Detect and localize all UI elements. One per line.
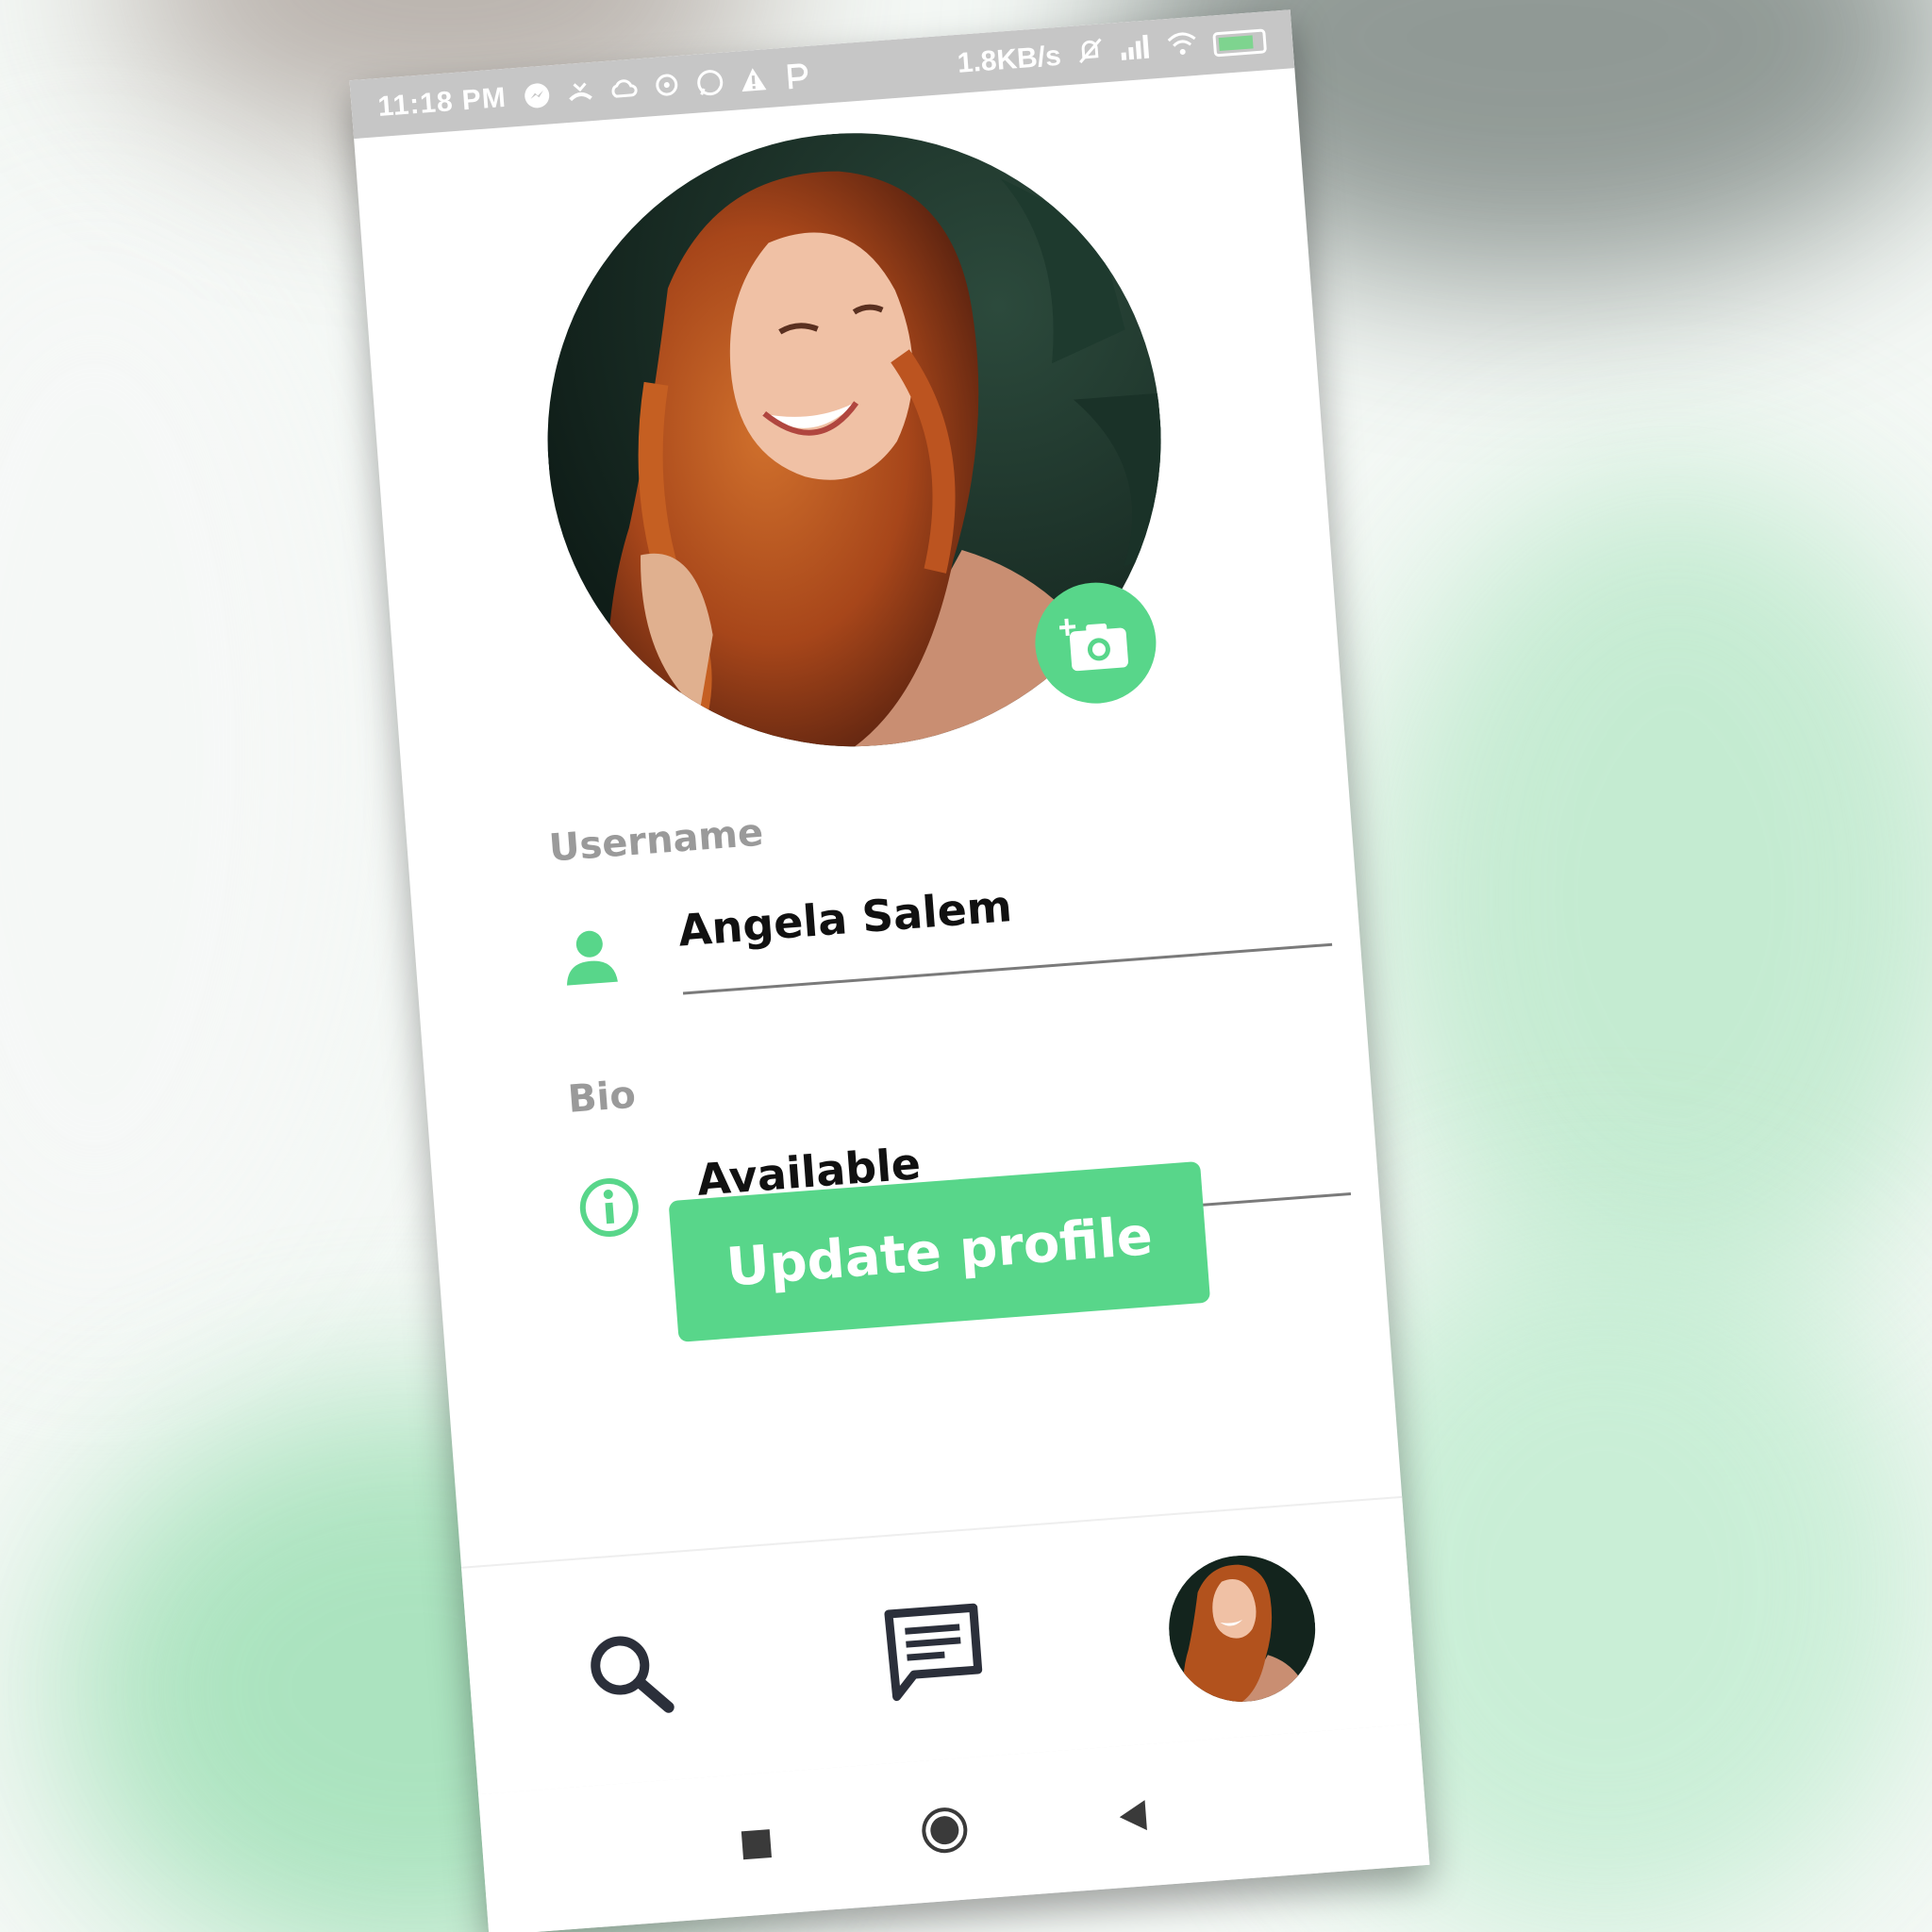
status-time: 11:18 PM xyxy=(376,81,508,124)
username-input[interactable]: Angela Salem xyxy=(676,880,1013,956)
phone-screen: 11:18 PM 1.8KB/s Username Angela Salem B… xyxy=(349,9,1430,1932)
chat-icon xyxy=(884,1603,983,1702)
recents-icon xyxy=(741,1829,772,1860)
search-icon xyxy=(591,1636,675,1713)
nav-profile[interactable] xyxy=(1156,1542,1327,1714)
avatar xyxy=(1163,1549,1321,1707)
recents-button[interactable] xyxy=(721,1809,791,1880)
cloud-icon xyxy=(608,74,639,104)
whatsapp-icon xyxy=(695,67,725,97)
nav-search[interactable] xyxy=(544,1589,716,1760)
mute-icon xyxy=(1074,35,1106,73)
status-right: 1.8KB/s xyxy=(957,23,1268,81)
username-field: Angela Salem xyxy=(554,854,1333,1021)
signal-icon xyxy=(1118,31,1153,69)
username-label: Username xyxy=(547,810,765,871)
sync-icon xyxy=(652,71,682,101)
missed-call-icon xyxy=(565,77,595,108)
warning-icon xyxy=(739,64,769,94)
nav-chats[interactable] xyxy=(848,1565,1020,1737)
back-icon xyxy=(1119,1800,1147,1831)
battery-icon xyxy=(1212,28,1268,58)
status-left-icons xyxy=(523,61,812,111)
home-icon xyxy=(922,1807,968,1854)
home-button[interactable] xyxy=(909,1795,980,1866)
wifi-icon xyxy=(1165,28,1200,66)
info-icon xyxy=(574,1172,644,1242)
messenger-icon xyxy=(523,80,553,110)
profile-photo-container xyxy=(525,110,1184,769)
back-button[interactable] xyxy=(1097,1781,1168,1852)
add-photo-icon xyxy=(1058,618,1128,672)
bio-label: Bio xyxy=(566,1073,638,1122)
username-underline xyxy=(682,942,1333,995)
net-speed: 1.8KB/s xyxy=(956,40,1062,79)
person-icon xyxy=(555,923,625,993)
p-icon xyxy=(782,61,812,92)
